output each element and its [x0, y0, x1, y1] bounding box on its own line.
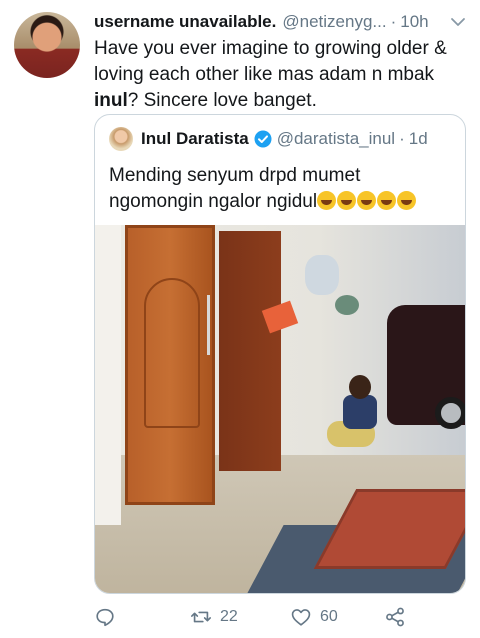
door-arch [144, 278, 200, 428]
separator: · [390, 12, 397, 31]
like-button[interactable]: 60 [290, 604, 338, 630]
scene-person [327, 375, 387, 455]
scene-door [125, 225, 215, 505]
retweet-count: 22 [220, 608, 238, 625]
timestamp[interactable]: 10h [400, 12, 428, 32]
tweet-text-part: Have you ever imagine to growing older &… [94, 38, 447, 85]
person-body [343, 395, 377, 429]
user-handle[interactable]: @netizenyg... [282, 12, 386, 32]
quoted-display-name[interactable]: Inul Daratista [141, 129, 249, 149]
quoted-avatar[interactable] [109, 127, 133, 151]
separator: · [399, 129, 405, 148]
emoji-group [317, 191, 417, 212]
like-count: 60 [320, 608, 338, 625]
reply-button[interactable] [94, 604, 116, 630]
tweet-text-part: ? Sincere love banget. [127, 90, 317, 111]
quoted-handle[interactable]: @daratista_inul [277, 129, 395, 149]
video-thumbnail[interactable] [95, 225, 465, 593]
verified-badge-icon [254, 130, 272, 148]
retweet-button[interactable]: 22 [190, 604, 238, 630]
laughing-emoji-icon [377, 191, 397, 210]
display-name[interactable]: username unavailable. [94, 12, 276, 32]
tweet-text-bold: inul [94, 90, 128, 111]
quoted-text: Mending senyum drpd mumet ngomongin ngal… [109, 163, 455, 215]
laughing-emoji-icon [317, 191, 337, 210]
car-wheel [435, 397, 465, 429]
chevron-down-icon[interactable] [450, 14, 466, 30]
scene-flying-objects [261, 245, 365, 345]
share-icon [386, 607, 404, 627]
retweet-icon [191, 611, 211, 623]
heart-icon [291, 609, 311, 626]
tweet-text: Have you ever imagine to growing older &… [94, 36, 466, 114]
quoted-tweet[interactable]: Inul Daratista @daratista_inul · 1d Mend… [94, 114, 466, 594]
reply-icon [96, 608, 114, 627]
flying-object [335, 295, 359, 315]
quoted-header: Inul Daratista @daratista_inul · 1d [109, 127, 428, 151]
door-handle [207, 295, 210, 355]
person-head [349, 375, 371, 399]
tweet-actions: 22 60 [94, 604, 466, 630]
scene-pillar [95, 225, 121, 525]
tweet-header: username unavailable. @netizenyg... · 10… [94, 12, 468, 34]
flying-object [305, 255, 339, 295]
share-button[interactable] [384, 604, 406, 630]
laughing-emoji-icon [337, 191, 357, 210]
laughing-emoji-icon [357, 191, 377, 210]
flying-object [261, 300, 299, 334]
avatar[interactable] [14, 12, 80, 78]
quoted-timestamp[interactable]: 1d [409, 129, 428, 149]
laughing-emoji-icon [397, 191, 417, 210]
